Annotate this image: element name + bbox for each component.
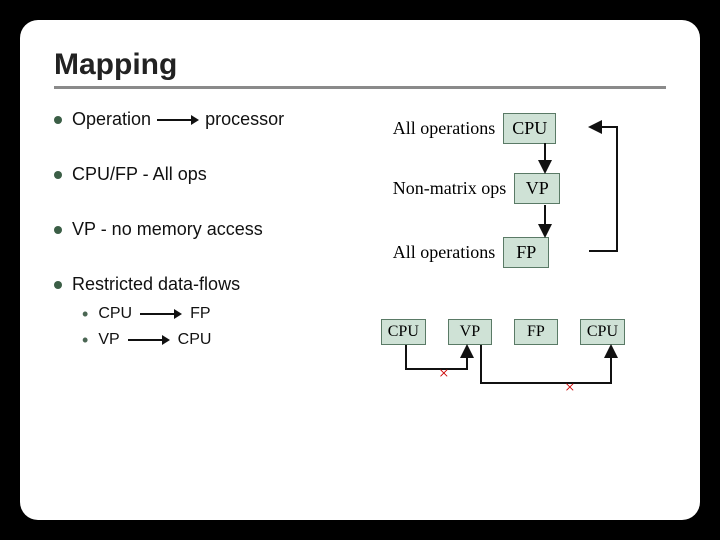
row-label: Non-matrix ops [393, 178, 506, 199]
bullet-dot-icon [54, 171, 62, 179]
diagram-area: All operations CPU Non-matrix ops VP All… [393, 109, 666, 469]
bullet-text: Restricted data-flows [72, 274, 240, 294]
bullet-text: VP - no memory access [72, 219, 263, 239]
bullet-list: Operation processor CPU/FP - All ops VP … [54, 109, 375, 357]
arrow-right-icon [128, 334, 170, 346]
sub-text: CPU [178, 331, 212, 349]
sub-list: • CPU FP • VP CPU [82, 305, 375, 349]
bullet-text: CPU/FP - All ops [72, 164, 207, 184]
flow-node-vp: VP [448, 319, 492, 345]
sub-list-item: • VP CPU [82, 331, 375, 349]
sub-bullet-icon: • [82, 331, 88, 349]
bullet-dot-icon [54, 226, 62, 234]
cross-mark-icon: × [565, 377, 575, 398]
node-vp: VP [514, 173, 560, 204]
row-label: All operations [393, 242, 495, 263]
node-fp: FP [503, 237, 549, 268]
bullet-dot-icon [54, 116, 62, 124]
row-label: All operations [393, 118, 495, 139]
sub-text: FP [190, 305, 210, 323]
sub-text: VP [98, 331, 119, 349]
title-rule [54, 86, 666, 89]
flow-node-cpu2: CPU [580, 319, 625, 345]
flow-node-cpu: CPU [381, 319, 426, 345]
diagram-row: All operations FP [393, 237, 549, 268]
content-area: Operation processor CPU/FP - All ops VP … [54, 109, 666, 469]
diagram-row: All operations CPU [393, 113, 557, 144]
list-item: CPU/FP - All ops [54, 164, 375, 185]
arrow-right-icon [140, 308, 182, 320]
cross-mark-icon: × [439, 363, 449, 384]
list-item: Restricted data-flows • CPU FP • VP [54, 274, 375, 357]
list-item: VP - no memory access [54, 219, 375, 240]
diagram-row: Non-matrix ops VP [393, 173, 560, 204]
sub-list-item: • CPU FP [82, 305, 375, 323]
bullet-dot-icon [54, 281, 62, 289]
page-title: Mapping [54, 48, 666, 82]
bullet-list-area: Operation processor CPU/FP - All ops VP … [54, 109, 375, 469]
flow-node-fp: FP [514, 319, 558, 345]
sub-text: CPU [98, 305, 132, 323]
slide: Mapping Operation processor CPU/FP - All… [20, 20, 700, 520]
list-item: Operation processor [54, 109, 375, 130]
sub-bullet-icon: • [82, 305, 88, 323]
bullet-text: Operation [72, 109, 151, 130]
flow-chain: CPU VP FP CPU [381, 319, 625, 345]
arrow-right-icon [157, 114, 199, 126]
node-cpu: CPU [503, 113, 556, 144]
bullet-text: processor [205, 109, 284, 130]
